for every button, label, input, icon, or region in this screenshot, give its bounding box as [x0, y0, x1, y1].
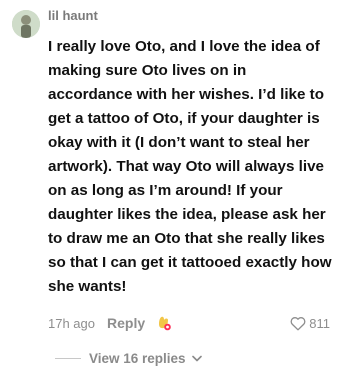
view-replies-label: View 16 replies — [89, 350, 186, 366]
view-replies-button[interactable]: View 16 replies — [55, 348, 202, 368]
avatar[interactable] — [12, 10, 40, 38]
timestamp: 17h ago — [48, 315, 95, 331]
comment-actions: 17h ago Reply 811 — [48, 312, 330, 334]
username[interactable]: lil haunt — [48, 8, 98, 23]
divider-line — [55, 357, 81, 359]
chevron-down-icon — [191, 349, 202, 367]
like-count: 811 — [309, 315, 330, 331]
heart-outline-icon — [290, 316, 306, 331]
comment-text: I really love Oto, and I love the idea o… — [48, 38, 332, 295]
creator-liked-emoji-icon[interactable] — [155, 314, 173, 332]
reply-button[interactable]: Reply — [107, 315, 145, 331]
like-button[interactable]: 811 — [290, 316, 330, 331]
